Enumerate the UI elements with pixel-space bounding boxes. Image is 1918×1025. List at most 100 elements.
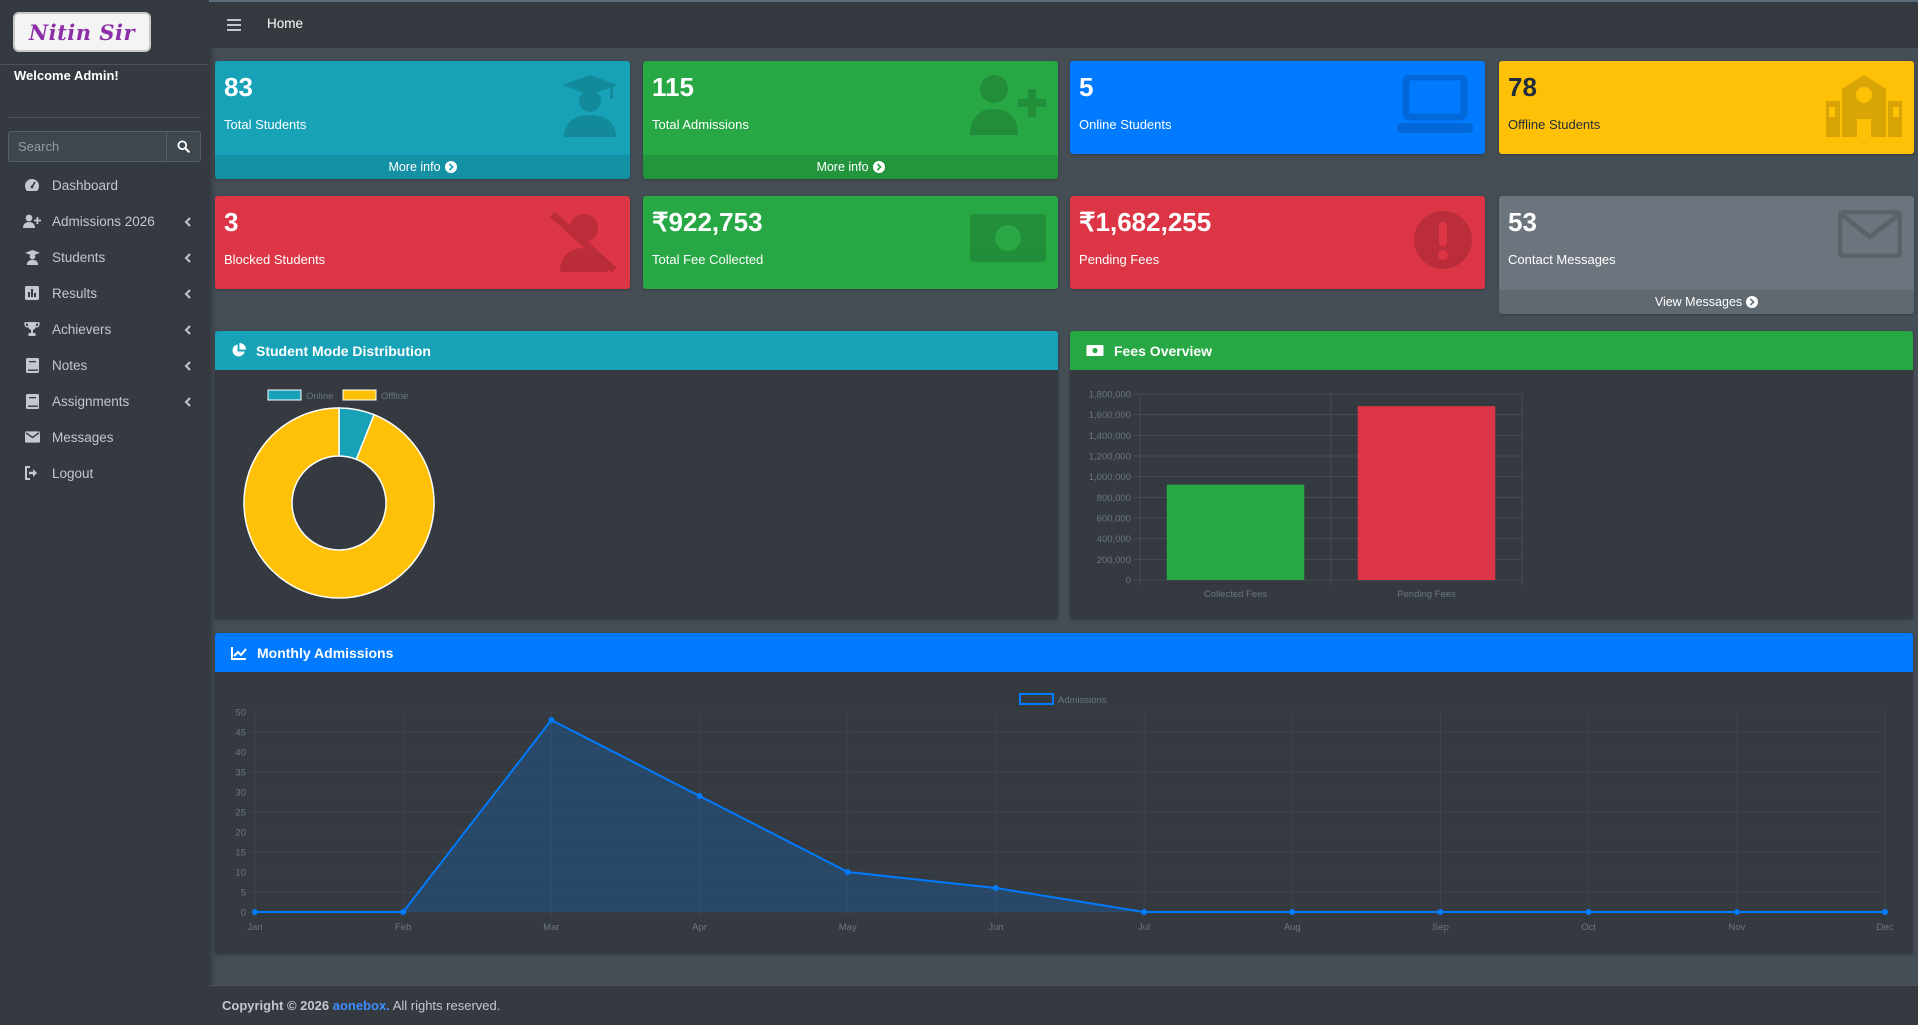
exclamation-circle-icon bbox=[1413, 210, 1473, 275]
x-tick-label: Jan bbox=[247, 922, 262, 933]
chevron-left-icon bbox=[184, 215, 191, 230]
stat-box-contact-messages: 53 Contact Messages View Messages bbox=[1499, 196, 1914, 314]
y-tick-label: 45 bbox=[235, 728, 246, 739]
legend-swatch bbox=[342, 389, 377, 401]
stat-label: Online Students bbox=[1079, 117, 1172, 132]
card-title: Student Mode Distribution bbox=[256, 342, 431, 359]
search-input[interactable] bbox=[8, 131, 166, 162]
book-icon bbox=[22, 357, 42, 373]
stat-value: ₹1,682,255 bbox=[1079, 207, 1212, 237]
chart-bar-icon bbox=[22, 285, 42, 301]
stat-label: Pending Fees bbox=[1079, 252, 1160, 267]
x-tick-label: Feb bbox=[395, 922, 411, 933]
sidebar-item-notes[interactable]: Notes bbox=[8, 347, 201, 383]
view-messages-link[interactable]: View Messages bbox=[1499, 290, 1914, 314]
more-info-link[interactable]: More info bbox=[215, 155, 630, 179]
legend-label: Online bbox=[306, 391, 333, 402]
y-tick-label: 20 bbox=[235, 828, 246, 839]
data-point bbox=[1141, 909, 1148, 915]
stat-value: 3 bbox=[224, 207, 239, 237]
user-plus-icon bbox=[970, 75, 1046, 140]
y-tick-label: 15 bbox=[235, 848, 246, 859]
chevron-left-icon bbox=[184, 359, 191, 374]
bar-collected-fees bbox=[1166, 484, 1305, 580]
data-point bbox=[992, 885, 999, 891]
monthly-admissions-chart: Admissions 0 5 10 15 20 25 30 35 40 45 50 Jan Feb Mar A… bbox=[235, 693, 1894, 933]
brand-logo[interactable]: Nitin Sir bbox=[13, 12, 151, 52]
x-tick-label: Jul bbox=[1138, 922, 1150, 933]
sidebar-item-logout[interactable]: Logout bbox=[8, 455, 201, 491]
footer-link-label: More info bbox=[816, 160, 869, 174]
student-mode-chart: Online Offline bbox=[243, 389, 435, 599]
home-link[interactable]: Home bbox=[267, 16, 303, 31]
sidebar-item-messages[interactable]: Messages bbox=[8, 419, 201, 455]
copyright-text: Copyright © 2026 bbox=[222, 998, 333, 1013]
fees-overview-card: Fees Overview 0 200,000 400,000 600,000 800,… bbox=[1070, 331, 1913, 619]
sidebar-item-assignments[interactable]: Assignments bbox=[8, 383, 201, 419]
y-tick-label: 25 bbox=[235, 808, 246, 819]
data-point bbox=[696, 793, 703, 799]
stat-value: 83 bbox=[224, 72, 253, 102]
stat-box-total-students: 83 Total Students More info bbox=[215, 61, 630, 179]
card-header: Fees Overview bbox=[1070, 331, 1913, 370]
envelope-icon bbox=[22, 429, 42, 445]
y-tick-label: 5 bbox=[241, 888, 246, 899]
sidebar-item-achievers[interactable]: Achievers bbox=[8, 311, 201, 347]
sidebar-item-dashboard[interactable]: Dashboard bbox=[8, 167, 201, 203]
y-tick-label: 1,400,000 bbox=[1089, 431, 1131, 442]
chart-line-icon bbox=[231, 646, 247, 660]
y-tick-label: 50 bbox=[235, 708, 246, 719]
y-tick-label: 800,000 bbox=[1097, 493, 1131, 504]
graduate-icon bbox=[22, 249, 42, 265]
card-header: Monthly Admissions bbox=[215, 633, 1913, 672]
data-point bbox=[252, 909, 258, 915]
stat-box-online-students: 5 Online Students bbox=[1070, 61, 1485, 154]
x-tick-label: Collected Fees bbox=[1204, 589, 1268, 600]
data-point bbox=[1585, 909, 1592, 915]
stat-label: Total Fee Collected bbox=[652, 252, 764, 267]
stat-box-total-fee-collected: ₹922,753 Total Fee Collected bbox=[643, 196, 1058, 289]
sidebar-item-label: Admissions 2026 bbox=[52, 213, 155, 229]
x-tick-label: Sep bbox=[1432, 922, 1449, 933]
monthly-admissions-card: Monthly Admissions Admissions 0 5 10 15 20 25 3… bbox=[215, 633, 1913, 954]
pie-chart-icon bbox=[231, 343, 246, 358]
search-button[interactable] bbox=[166, 131, 201, 162]
sidebar-item-label: Logout bbox=[52, 465, 94, 481]
y-tick-label: 40 bbox=[235, 748, 246, 759]
pie-slice-offline bbox=[243, 407, 435, 599]
sign-out-icon bbox=[22, 465, 42, 481]
bars-icon bbox=[227, 19, 241, 31]
stat-value: ₹922,753 bbox=[652, 207, 763, 237]
welcome-text: Welcome Admin! bbox=[14, 68, 119, 83]
stat-value: 78 bbox=[1508, 72, 1537, 102]
x-tick-label: Aug bbox=[1284, 922, 1301, 933]
money-bill-icon bbox=[970, 210, 1046, 271]
more-info-link[interactable]: More info bbox=[643, 155, 1058, 179]
brand-link[interactable]: aonebox. bbox=[333, 998, 390, 1013]
y-tick-label: 200,000 bbox=[1097, 555, 1131, 566]
sidebar-item-label: Assignments bbox=[52, 393, 130, 409]
chevron-left-icon bbox=[184, 323, 191, 338]
x-tick-label: Nov bbox=[1728, 922, 1745, 933]
data-point bbox=[548, 717, 555, 723]
data-point bbox=[1733, 909, 1740, 915]
menu-toggle-button[interactable] bbox=[227, 18, 241, 36]
trophy-icon bbox=[22, 321, 42, 337]
sidebar-item-results[interactable]: Results bbox=[8, 275, 201, 311]
stat-box-offline-students: 78 Offline Students bbox=[1499, 61, 1914, 154]
data-point bbox=[844, 869, 851, 875]
data-point bbox=[400, 909, 407, 915]
school-icon bbox=[1826, 75, 1902, 142]
card-title: Fees Overview bbox=[1114, 342, 1213, 359]
sidebar-item-admissions-2026[interactable]: Admissions 2026 bbox=[8, 203, 201, 239]
stat-value: 5 bbox=[1079, 72, 1094, 102]
stat-value: 53 bbox=[1508, 207, 1537, 237]
divider bbox=[0, 64, 209, 65]
book-icon bbox=[22, 393, 42, 409]
sidebar-item-label: Notes bbox=[52, 357, 88, 373]
legend-label: Admissions bbox=[1058, 695, 1107, 706]
tachometer-icon bbox=[22, 177, 42, 193]
sidebar-item-students[interactable]: Students bbox=[8, 239, 201, 275]
stat-label: Blocked Students bbox=[224, 252, 326, 267]
fees-overview-chart: 0 200,000 400,000 600,000 800,000 1,000,000 1,… bbox=[1089, 390, 1523, 600]
